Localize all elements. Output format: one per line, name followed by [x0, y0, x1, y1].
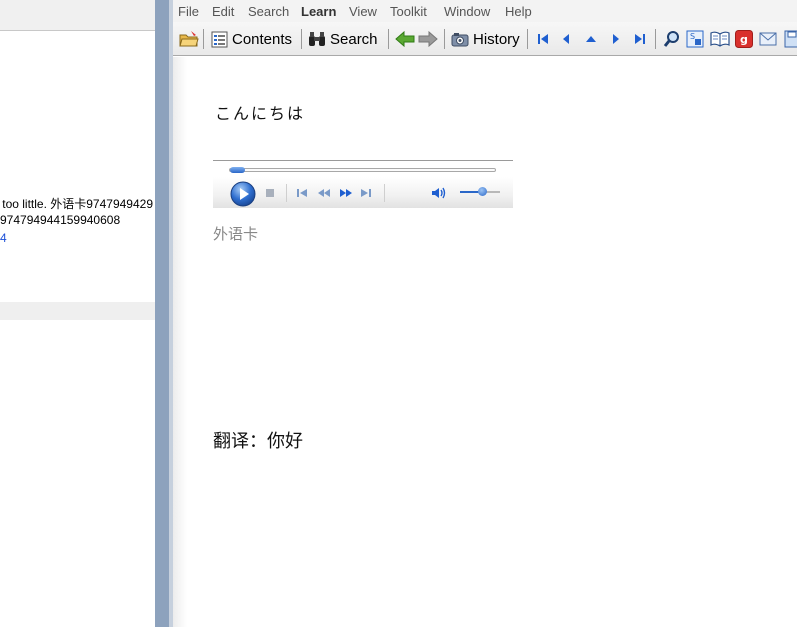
toolbar: Contents Search History S g: [173, 22, 797, 56]
first-page-icon: [538, 34, 548, 44]
folder-icon: [179, 31, 199, 47]
stop-icon: [266, 189, 274, 197]
left-panel: too little. 外语卡9747949429 97479494415994…: [0, 0, 155, 627]
audio-player: [213, 160, 513, 208]
menu-search[interactable]: Search: [248, 4, 289, 19]
up-button[interactable]: [584, 28, 598, 50]
seek-bar[interactable]: [229, 168, 496, 172]
stop-button[interactable]: [264, 187, 276, 199]
back-arrow-icon: [395, 31, 415, 47]
previous-track-button[interactable]: [296, 187, 308, 199]
find-button[interactable]: [663, 28, 681, 50]
seek-thumb[interactable]: [230, 167, 245, 173]
toolbar-separator: [301, 29, 302, 49]
google-icon: g: [735, 30, 753, 48]
back-button[interactable]: [395, 28, 415, 50]
toolbar-separator: [527, 29, 528, 49]
volume-thumb[interactable]: [478, 187, 487, 196]
search-button[interactable]: Search: [308, 28, 378, 50]
history-label: History: [473, 30, 520, 48]
rewind-icon: [318, 189, 330, 197]
card-front-text: こんにちは: [215, 104, 306, 123]
previous-track-icon: [297, 189, 307, 197]
open-folder-button[interactable]: [179, 28, 199, 50]
toolbar-separator: [655, 29, 656, 49]
menu-edit[interactable]: Edit: [212, 4, 234, 19]
play-button[interactable]: [230, 181, 256, 207]
menu-view[interactable]: View: [349, 4, 377, 19]
svg-text:g: g: [740, 33, 748, 46]
left-panel-row-band: [0, 302, 155, 320]
history-button[interactable]: History: [451, 28, 520, 50]
open-book-icon: [710, 31, 730, 47]
app-window: File Edit Search Learn View Toolkit Wind…: [173, 0, 797, 627]
svg-text:S: S: [690, 32, 695, 41]
play-icon: [230, 181, 256, 207]
mute-button[interactable]: [430, 185, 448, 201]
save-button[interactable]: [784, 28, 797, 50]
player-separator: [286, 184, 287, 202]
first-page-button[interactable]: [536, 28, 550, 50]
up-icon: [586, 36, 596, 42]
left-panel-text-line: 974794944159940608: [0, 213, 121, 227]
fast-forward-button[interactable]: [338, 187, 354, 199]
toolbar-separator: [388, 29, 389, 49]
magnifier-icon: [663, 31, 679, 47]
envelope-icon: [759, 32, 777, 46]
menu-file[interactable]: File: [178, 4, 199, 19]
card-back-text: 翻译：你好: [213, 431, 303, 452]
audio-caption: 外语卡: [213, 225, 259, 243]
content-shadow: [173, 57, 187, 627]
toolbar-separator: [444, 29, 445, 49]
binoculars-icon: [309, 31, 325, 46]
left-panel-header: [0, 0, 155, 31]
menu-help[interactable]: Help: [505, 4, 532, 19]
contents-label: Contents: [232, 30, 293, 48]
menu-bar: File Edit Search Learn View Toolkit Wind…: [173, 0, 797, 22]
speaker-icon: [432, 187, 446, 199]
player-separator: [384, 184, 385, 202]
forward-button[interactable]: [418, 28, 438, 50]
forward-arrow-icon: [418, 31, 438, 47]
google-button[interactable]: g: [735, 28, 753, 50]
toolbar-separator: [203, 29, 204, 49]
player-top-line: [213, 160, 513, 161]
previous-icon: [563, 34, 569, 44]
previous-button[interactable]: [560, 28, 572, 50]
contents-icon: [211, 31, 228, 47]
last-page-icon: [635, 34, 645, 44]
camera-icon: [451, 33, 469, 47]
next-track-icon: [361, 189, 371, 197]
disk-icon: [784, 30, 797, 48]
menu-window[interactable]: Window: [444, 4, 490, 19]
next-track-button[interactable]: [360, 187, 372, 199]
email-button[interactable]: [759, 28, 777, 50]
left-panel-link[interactable]: 4: [0, 231, 7, 245]
dictionary-button[interactable]: [710, 28, 730, 50]
left-panel-text-line: too little. 外语卡9747949429: [2, 197, 153, 211]
vocabulary-button[interactable]: S: [686, 28, 704, 50]
menu-toolkit[interactable]: Toolkit: [390, 4, 427, 19]
card-icon: S: [686, 30, 704, 48]
rewind-button[interactable]: [316, 187, 332, 199]
search-label: Search: [330, 30, 378, 48]
next-icon: [613, 34, 619, 44]
next-button[interactable]: [610, 28, 622, 50]
contents-button[interactable]: Contents: [211, 28, 292, 50]
menu-learn[interactable]: Learn: [301, 4, 336, 19]
pane-splitter[interactable]: [155, 0, 173, 627]
last-page-button[interactable]: [633, 28, 647, 50]
fast-forward-icon: [340, 189, 352, 197]
